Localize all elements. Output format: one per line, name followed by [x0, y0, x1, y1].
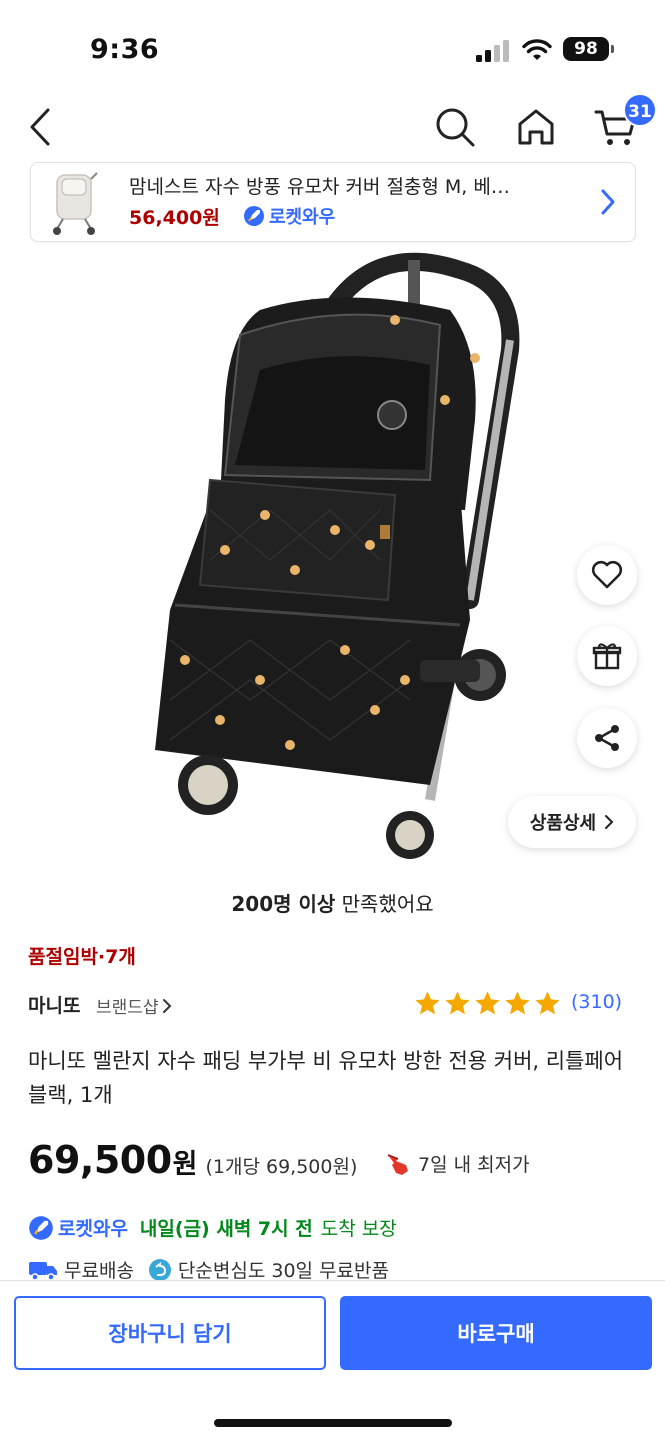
free-return-label: 단순변심도 30일 무료반품 — [177, 1260, 389, 1282]
pointing-hand-icon — [387, 1153, 408, 1175]
related-product-title: 맘네스트 자수 방풍 유모차 커버 절충형 M, 베… — [129, 176, 510, 198]
price-currency: 원 — [172, 1149, 198, 1180]
star-icon — [535, 991, 560, 1015]
rocket-wow-label: 로켓와우 — [269, 207, 336, 228]
delivery-info: 로켓와우 내일(금) 새벽 7시 전 도착 보장 — [28, 1214, 397, 1241]
related-product-price: 56,400원 — [129, 207, 220, 229]
share-button[interactable] — [577, 708, 637, 768]
status-bar: 9:36 98 — [0, 0, 665, 96]
review-count[interactable]: (310) — [571, 991, 622, 1013]
rating-stars[interactable] — [413, 989, 562, 1018]
star-icon — [505, 991, 530, 1015]
brand-shop-label: 브랜드샵 — [96, 998, 159, 1018]
chevron-right-icon — [605, 815, 614, 829]
search-icon[interactable] — [434, 106, 476, 148]
delivery-guarantee: 도착 보장 — [320, 1218, 397, 1240]
related-product-thumbnail — [53, 172, 98, 235]
share-icon — [595, 725, 619, 751]
product-detail-button[interactable]: 상품상세 — [508, 796, 636, 848]
buy-now-button[interactable]: 바로구매 — [340, 1296, 652, 1370]
price-amount: 69,500 — [28, 1138, 172, 1182]
gift-icon — [592, 643, 622, 670]
truck-icon — [29, 1261, 57, 1281]
lowest-price-badge: 7일 내 최저가 — [386, 1150, 530, 1177]
satisfaction-count: 200명 이상 — [231, 892, 336, 916]
delivery-date: 내일(금) 새벽 7시 전 — [139, 1218, 313, 1240]
heart-icon — [591, 560, 623, 589]
lowest-price-label: 7일 내 최저가 — [418, 1154, 530, 1176]
bottom-action-bar: 장바구니 담기 바로구매 — [0, 1280, 665, 1440]
home-indicator[interactable] — [214, 1419, 452, 1427]
star-icon — [415, 991, 440, 1015]
star-icon — [445, 991, 470, 1015]
cart-count-badge: 31 — [623, 93, 657, 127]
free-shipping-label: 무료배송 — [64, 1260, 134, 1282]
wifi-icon — [522, 39, 552, 60]
shipping-info: 무료배송 단순변심도 30일 무료반품 — [28, 1256, 389, 1283]
rocket-wow-badge: 로켓와우 — [243, 203, 335, 229]
delivery-badge: 로켓와우 — [58, 1218, 128, 1240]
brand-shop-link[interactable]: 브랜드샵 — [96, 993, 172, 1018]
satisfaction-suffix: 만족했어요 — [335, 892, 434, 916]
price-row: 69,500 원 (1개당 69,500원) — [28, 1138, 357, 1182]
status-time: 9:36 — [90, 34, 160, 65]
wishlist-button[interactable] — [577, 545, 637, 605]
chevron-right-icon — [601, 189, 615, 215]
brand-name[interactable]: 마니또 — [28, 991, 80, 1018]
low-stock-notice: 품절임박·7개 — [28, 946, 136, 968]
home-icon[interactable] — [515, 106, 557, 148]
rocket-icon — [244, 206, 264, 226]
product-title: 마니또 멜란지 자수 패딩 부가부 비 유모차 방한 전용 커버, 리틀페어 블… — [28, 1049, 624, 1107]
product-detail-label: 상품상세 — [529, 813, 597, 834]
satisfaction-text: 200명 이상 만족했어요 — [0, 888, 665, 917]
product-image[interactable] — [130, 240, 530, 880]
related-product-banner[interactable]: 맘네스트 자수 방풍 유모차 커버 절충형 M, 베… 56,400원 로켓와우 — [30, 162, 636, 242]
back-arrow-icon[interactable] — [24, 104, 58, 150]
unit-price: (1개당 69,500원) — [205, 1156, 358, 1178]
gift-button[interactable] — [577, 626, 637, 686]
add-to-cart-button[interactable]: 장바구니 담기 — [14, 1296, 326, 1370]
battery-indicator: 98 — [563, 37, 614, 61]
star-icon — [475, 991, 500, 1015]
chevron-right-icon — [162, 998, 171, 1013]
return-icon — [148, 1258, 171, 1281]
cellular-signal-icon — [476, 40, 509, 62]
rocket-icon — [29, 1215, 53, 1240]
